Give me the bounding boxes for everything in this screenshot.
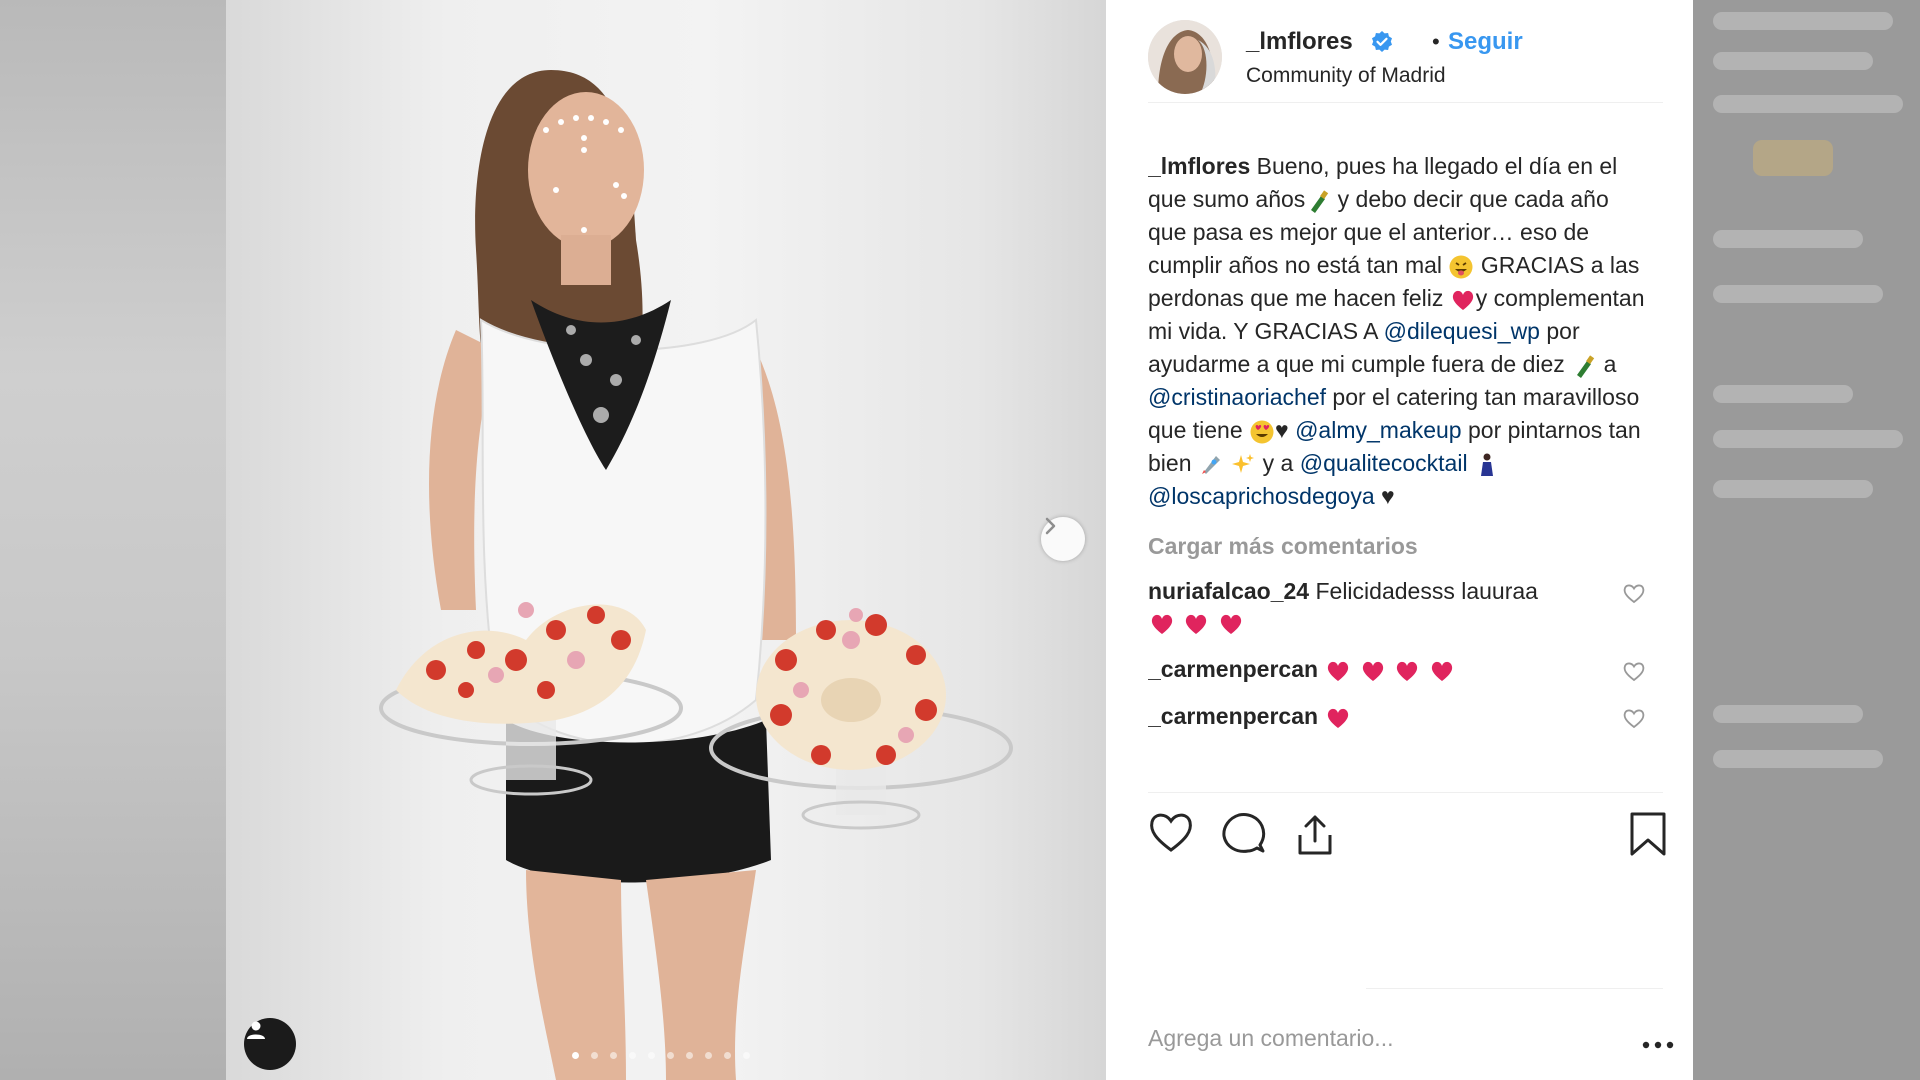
- red-heart-icon: [1452, 290, 1473, 310]
- avatar[interactable]: [1148, 20, 1222, 94]
- backdrop-left: [0, 0, 226, 1080]
- face-tongue-icon: [1449, 255, 1473, 279]
- carousel-dot: [686, 1052, 693, 1059]
- red-heart-icon: [1220, 614, 1241, 634]
- like-comment-icon[interactable]: [1622, 582, 1646, 604]
- comment-hearts: [1324, 703, 1352, 729]
- add-comment-input[interactable]: Agrega un comentario...: [1148, 1025, 1618, 1052]
- caption-text: a: [1597, 351, 1617, 377]
- comments-section[interactable]: _lmflores Bueno, pues ha llegado el día …: [1148, 150, 1648, 790]
- carousel-dot: [629, 1052, 636, 1059]
- post-caption: _lmflores Bueno, pues ha llegado el día …: [1148, 150, 1648, 513]
- chevron-right-icon: [1045, 517, 1056, 535]
- champagne-bottle-icon: [1311, 190, 1329, 213]
- comment-username[interactable]: _carmenpercan: [1148, 703, 1318, 729]
- avatar-image: [1148, 20, 1222, 94]
- caption-text: ♥: [1275, 417, 1296, 443]
- comment-hearts: [1148, 609, 1245, 635]
- like-button[interactable]: [1148, 811, 1194, 858]
- tagged-users-button[interactable]: [244, 1018, 296, 1070]
- carousel-dot: [705, 1052, 712, 1059]
- heart-eyes-face-icon: [1250, 420, 1274, 444]
- champagne-bottle-icon: [1577, 355, 1595, 378]
- red-heart-icon: [1328, 661, 1349, 681]
- red-heart-icon: [1151, 614, 1173, 634]
- carousel-dot: [572, 1052, 579, 1059]
- user-tag-icon: [247, 1021, 265, 1039]
- carousel-dot: [591, 1052, 598, 1059]
- rocket-icon: [1201, 455, 1220, 474]
- comment-bubble-icon: [1222, 813, 1266, 853]
- caption-text: y a: [1256, 450, 1300, 476]
- backdrop-right: [1693, 0, 1920, 1080]
- like-comment-icon[interactable]: [1622, 707, 1646, 729]
- heart-icon: [1150, 813, 1192, 852]
- comment-hearts: [1324, 656, 1455, 682]
- follow-button[interactable]: Seguir: [1448, 28, 1523, 56]
- more-options-icon: [1642, 1041, 1674, 1049]
- mention-link[interactable]: @loscaprichosdegoya: [1148, 483, 1375, 509]
- red-heart-icon: [1397, 661, 1418, 681]
- red-heart-icon: [1328, 708, 1349, 728]
- load-more-comments-link[interactable]: Cargar más comentarios: [1148, 533, 1648, 560]
- mention-link[interactable]: @almy_makeup: [1295, 417, 1462, 443]
- save-button[interactable]: [1628, 811, 1668, 862]
- carousel-indicator: [572, 1052, 750, 1059]
- post-actions: [1148, 792, 1666, 883]
- comment-text: Felicidadesss lauuraa: [1309, 578, 1538, 604]
- sparkles-icon: [1232, 453, 1255, 473]
- more-options-button[interactable]: [1642, 1036, 1674, 1054]
- post-username[interactable]: _lmflores: [1246, 28, 1353, 56]
- share-icon: [1298, 815, 1332, 855]
- like-comment-icon[interactable]: [1622, 660, 1646, 682]
- comment-item: _carmenpercan: [1148, 701, 1648, 732]
- next-slide-button[interactable]: [1041, 517, 1085, 561]
- caption-username[interactable]: _lmflores: [1148, 153, 1250, 179]
- comment-item: _carmenpercan: [1148, 654, 1648, 685]
- mention-link[interactable]: @dilequesi_wp: [1384, 318, 1540, 344]
- comment-item: nuriafalcao_24 Felicidadesss lauuraa: [1148, 576, 1648, 638]
- red-heart-icon: [1431, 661, 1452, 681]
- post-details-panel: _lmflores • Seguir Community of Madrid _…: [1106, 0, 1693, 1080]
- post-photo[interactable]: [226, 0, 1106, 1080]
- carousel-dot: [724, 1052, 731, 1059]
- verified-badge-icon: [1370, 30, 1394, 59]
- carousel-dot: [610, 1052, 617, 1059]
- carousel-dot: [667, 1052, 674, 1059]
- mention-link[interactable]: @qualitecocktail: [1300, 450, 1468, 476]
- separator-dot: •: [1432, 29, 1440, 54]
- red-heart-icon: [1362, 661, 1383, 681]
- photo-illustration: [379, 70, 1013, 1080]
- carousel-dot: [648, 1052, 655, 1059]
- divider: [1366, 988, 1663, 989]
- carousel-dot: [743, 1052, 750, 1059]
- comment-username[interactable]: _carmenpercan: [1148, 656, 1318, 682]
- comment-username[interactable]: nuriafalcao_24: [1148, 578, 1309, 604]
- dancer-icon: [1480, 453, 1493, 476]
- red-heart-icon: [1186, 614, 1207, 634]
- caption-text: ♥: [1374, 483, 1395, 509]
- share-button[interactable]: [1292, 811, 1338, 862]
- mention-link[interactable]: @cristinaoriachef: [1148, 384, 1326, 410]
- bookmark-icon: [1630, 812, 1666, 856]
- post-location[interactable]: Community of Madrid: [1246, 64, 1446, 88]
- post-header: _lmflores • Seguir Community of Madrid: [1148, 20, 1663, 103]
- comment-button[interactable]: [1220, 811, 1266, 860]
